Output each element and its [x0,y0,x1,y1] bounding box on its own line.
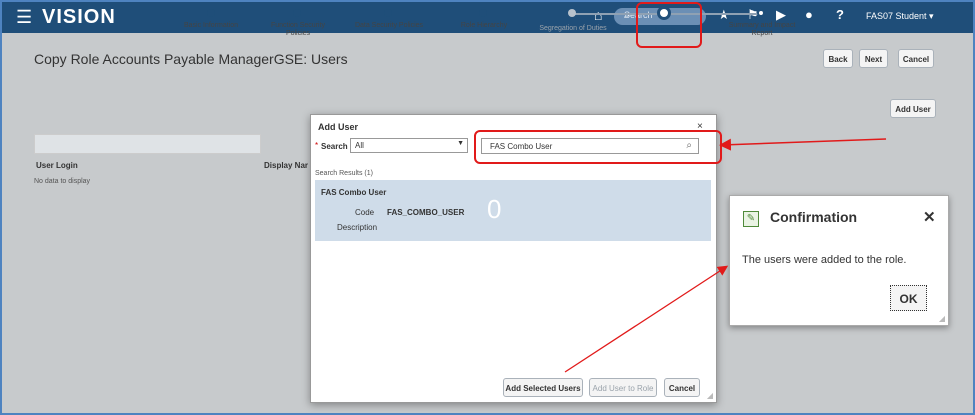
search-scope-select[interactable]: All ▼ [350,138,468,153]
train-label-sod: Segregation of Duties [539,25,607,32]
chevron-down-icon: ▼ [457,140,464,147]
result-overlay-digit: 0 [487,194,502,224]
highlight-search-field [474,130,722,164]
dialog-cancel-button[interactable]: Cancel [664,378,700,397]
result-name: FAS Combo User [321,188,387,197]
screenshot-frame: ☰ VISION ⌂ Search ⌕ ★ ⚑ ▶ ● ? FAS07 Stud… [0,0,975,415]
play-icon[interactable]: ▶ [776,7,786,23]
resize-handle-icon[interactable]: ◢ [939,314,945,323]
train-node-basic[interactable] [207,9,215,17]
train-label-basic: Basic Information [183,22,239,29]
table-toolbar [34,134,261,154]
resize-handle-icon[interactable]: ◢ [707,391,713,400]
menu-icon[interactable]: ☰ [16,8,32,26]
train-node-hierarchy[interactable] [479,9,487,17]
confirmation-message: The users were added to the role. [742,254,907,266]
confirmation-icon: ✎ [743,211,759,227]
brand-logo[interactable]: VISION [42,6,116,29]
add-selected-users-button[interactable]: Add Selected Users [503,378,583,397]
help-icon[interactable]: ? [836,7,844,22]
close-icon[interactable]: ✕ [923,208,936,226]
add-user-to-role-button: Add User to Role [589,378,657,397]
train-label-summary: Summary and Impact Report [728,22,796,37]
back-button[interactable]: Back [823,49,853,68]
required-marker: * [315,141,319,150]
highlight-users-step [636,2,702,48]
dialog-title: Add User [318,122,359,132]
ok-button[interactable]: OK [890,285,927,311]
description-label: Description [337,223,378,232]
cancel-button[interactable]: Cancel [898,49,934,68]
train-label-function: Function Security Policies [270,22,326,37]
search-scope-value: All [355,141,364,150]
search-result-row[interactable]: FAS Combo User Code FAS_COMBO_USER Descr… [315,180,711,241]
train-label-hierarchy: Role Hierarchy [460,22,508,29]
empty-table-message: No data to display [34,178,91,185]
notifications-icon[interactable]: ● [805,7,813,22]
confirmation-title: Confirmation [770,209,858,225]
train-node-summary[interactable] [757,9,765,17]
add-user-button[interactable]: Add User [890,99,936,118]
confirmation-dialog: ✎ Confirmation ✕ The users were added to… [729,195,949,326]
home-icon[interactable]: ⌂ [594,7,602,23]
search-results-label: Search Results (1) [315,170,373,177]
page-title: Copy Role Accounts Payable ManagerGSE: U… [34,51,348,67]
search-label: Search [321,142,348,151]
train-node-sod [568,9,576,17]
user-menu[interactable]: FAS07 Student ▾ [866,11,934,22]
train-label-data: Data Security Policies [354,22,424,29]
next-button[interactable]: Next [859,49,888,68]
train-node-function[interactable] [293,9,301,17]
code-label: Code [355,208,375,217]
col-display-name[interactable]: Display Nar [264,161,308,170]
train-node-data[interactable] [384,9,392,17]
col-user-login[interactable]: User Login [36,161,78,170]
code-value: FAS_COMBO_USER [387,208,465,217]
favorites-icon[interactable]: ★ [718,7,730,23]
